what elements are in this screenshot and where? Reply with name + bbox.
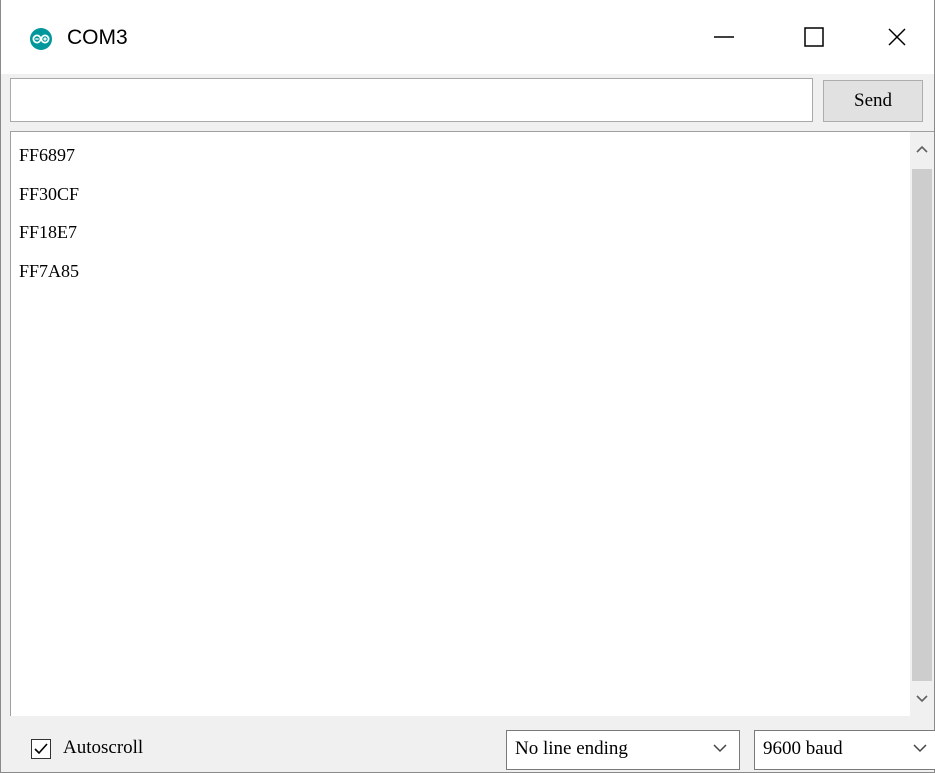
send-button[interactable]: Send	[823, 80, 923, 122]
scroll-down-button[interactable]	[910, 682, 934, 716]
arduino-logo-icon	[30, 28, 52, 50]
vertical-scrollbar[interactable]	[910, 132, 934, 716]
serial-monitor-window: COM3 Send FF6897 FF30CF FF18E7 FF7A85 Au…	[0, 0, 935, 773]
output-line: FF18E7	[19, 222, 78, 242]
title-bar[interactable]: COM3	[1, 0, 934, 74]
close-button[interactable]	[859, 0, 934, 74]
baud-rate-select[interactable]: 9600 baud	[754, 730, 935, 770]
chevron-down-icon	[913, 744, 927, 753]
baud-rate-value: 9600 baud	[763, 738, 843, 759]
maximize-icon	[804, 27, 824, 47]
line-ending-select[interactable]: No line ending	[506, 730, 740, 770]
scroll-up-button[interactable]	[910, 132, 934, 166]
output-line: FF7A85	[19, 260, 80, 281]
scrollbar-thumb[interactable]	[912, 169, 932, 681]
output-line: FF6897	[19, 145, 76, 165]
checkmark-icon	[34, 743, 48, 755]
minimize-button[interactable]	[679, 0, 769, 74]
window-title: COM3	[67, 26, 128, 49]
line-ending-value: No line ending	[515, 738, 628, 759]
maximize-button[interactable]	[769, 0, 859, 74]
output-line: FF30CF	[19, 183, 80, 204]
output-lines: FF6897 FF30CF FF18E7 FF7A85	[19, 141, 79, 295]
close-icon	[887, 28, 906, 46]
autoscroll-label: Autoscroll	[63, 737, 144, 758]
autoscroll-checkbox[interactable]	[31, 739, 51, 759]
serial-output: FF6897 FF30CF FF18E7 FF7A85	[10, 131, 934, 716]
chevron-up-icon	[916, 145, 928, 153]
send-input[interactable]	[10, 78, 813, 122]
chevron-down-icon	[713, 744, 727, 753]
chevron-down-icon	[916, 695, 928, 703]
minimize-icon	[714, 36, 734, 38]
